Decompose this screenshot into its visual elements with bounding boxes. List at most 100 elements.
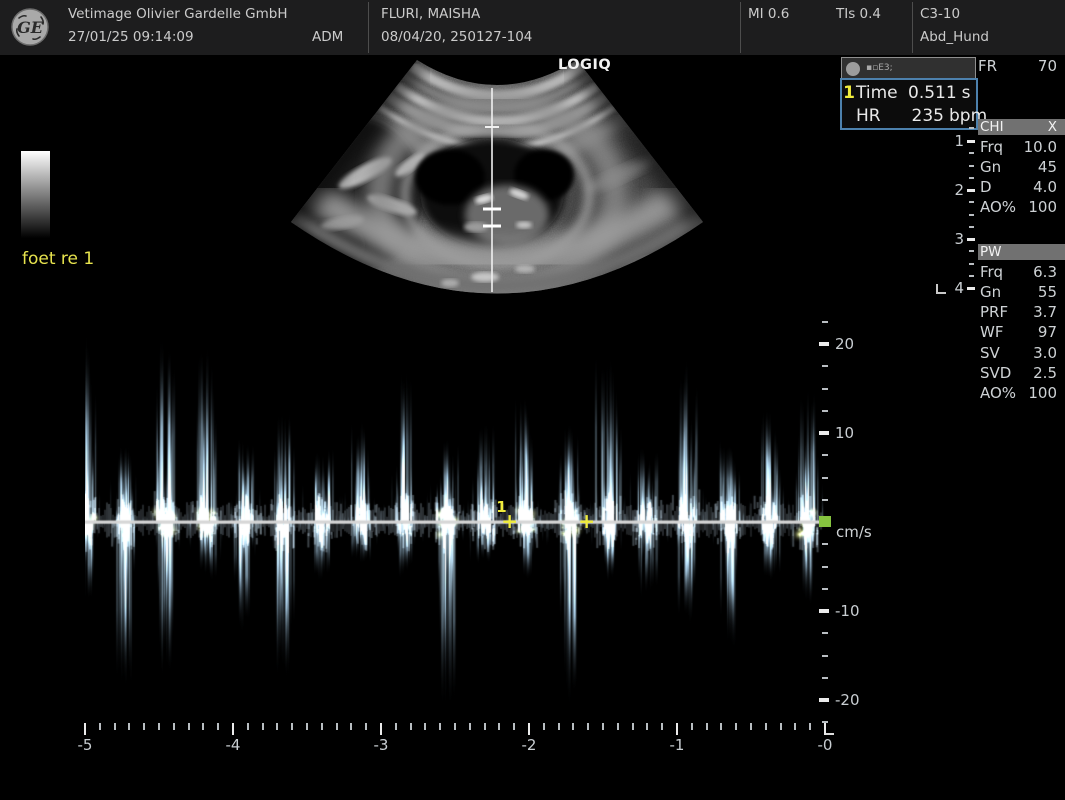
param-value: 4.0 bbox=[1033, 178, 1057, 196]
patient-id: 08/04/20, 250127-104 bbox=[381, 29, 532, 45]
x-minor-tick bbox=[365, 723, 367, 730]
y-minor-tick bbox=[822, 655, 828, 657]
y-minor-tick bbox=[822, 588, 828, 590]
param-label: Gn bbox=[980, 283, 1001, 301]
header-divider bbox=[740, 2, 741, 53]
image-annotation[interactable]: foet re 1 bbox=[22, 249, 94, 269]
x-minor-tick bbox=[173, 723, 175, 730]
y-minor-tick bbox=[822, 454, 828, 456]
y-minor-tick bbox=[822, 321, 828, 323]
x-minor-tick bbox=[780, 723, 782, 730]
y-tick-label: 20 bbox=[835, 335, 854, 353]
x-major-tick bbox=[84, 723, 87, 735]
x-tick-label: -0 bbox=[813, 736, 837, 754]
x-minor-tick bbox=[202, 723, 204, 730]
x-minor-tick bbox=[706, 723, 708, 730]
depth-minor-tick bbox=[969, 177, 974, 179]
param-label: D bbox=[980, 178, 992, 196]
caliper-cross-2[interactable]: + bbox=[578, 513, 595, 529]
measurement-value: 0.511 bbox=[908, 83, 957, 103]
svg-text:GE: GE bbox=[17, 18, 44, 37]
section-corner-indicator: X bbox=[1048, 119, 1057, 135]
x-minor-tick bbox=[765, 723, 767, 730]
patient-name: FLURI, MAISHA bbox=[381, 6, 480, 22]
measurement-label: Time bbox=[856, 83, 908, 103]
depth-minor-tick bbox=[969, 152, 974, 154]
x-minor-tick bbox=[424, 723, 426, 730]
y-tick-label: 10 bbox=[835, 424, 854, 442]
measurement-unit: bpm bbox=[944, 106, 976, 126]
operator-id: ADM bbox=[312, 29, 343, 45]
x-major-tick bbox=[528, 723, 531, 735]
x-minor-tick bbox=[321, 723, 323, 730]
param-row-ao%: AO%100 bbox=[980, 384, 1057, 402]
depth-label: 1 bbox=[948, 132, 964, 150]
param-row-gn: Gn45 bbox=[980, 158, 1057, 176]
x-tick-label: -2 bbox=[517, 736, 541, 754]
bmode-image bbox=[270, 55, 730, 300]
depth-minor-tick bbox=[969, 214, 974, 216]
x-minor-tick bbox=[543, 723, 545, 730]
y-major-tick bbox=[819, 609, 829, 613]
clinic-name: Vetimage Olivier Gardelle GmbH bbox=[68, 6, 288, 22]
grayscale-bar bbox=[21, 151, 50, 238]
x-minor-tick bbox=[276, 723, 278, 730]
x-minor-tick bbox=[661, 723, 663, 730]
x-minor-tick bbox=[158, 723, 160, 730]
x-minor-tick bbox=[217, 723, 219, 730]
param-row-prf: PRF3.7 bbox=[980, 303, 1057, 321]
param-value: 100 bbox=[1028, 384, 1057, 402]
x-tick-label: -5 bbox=[73, 736, 97, 754]
measurement-unit: s bbox=[957, 83, 989, 103]
baseline-marker[interactable] bbox=[819, 516, 831, 527]
y-minor-tick bbox=[822, 388, 828, 390]
y-minor-tick bbox=[822, 365, 828, 367]
section-header-chi: CHIX bbox=[978, 119, 1065, 135]
param-label: SV bbox=[980, 344, 1000, 362]
x-minor-tick bbox=[558, 723, 560, 730]
param-value: 100 bbox=[1028, 198, 1057, 216]
x-minor-tick bbox=[498, 723, 500, 730]
x-minor-tick bbox=[306, 723, 308, 730]
depth-minor-tick bbox=[969, 127, 974, 129]
measurement-result-box[interactable]: 1 Time 0.511 s HR 235 bpm bbox=[840, 78, 978, 130]
depth-major-tick bbox=[967, 287, 975, 290]
fr-label: FR bbox=[978, 57, 997, 75]
measurement-box-handle-icon[interactable] bbox=[846, 62, 860, 76]
param-label: WF bbox=[980, 323, 1003, 341]
frame-rate-row: FR 70 bbox=[978, 57, 1057, 75]
exam-datetime: 27/01/25 09:14:09 bbox=[68, 29, 194, 45]
section-title: PW bbox=[980, 244, 1002, 260]
param-value: 3.7 bbox=[1033, 303, 1057, 321]
x-tick-label: -4 bbox=[221, 736, 245, 754]
param-row-frq: Frq10.0 bbox=[980, 138, 1057, 156]
y-minor-tick bbox=[822, 632, 828, 634]
measurement-label: HR bbox=[856, 106, 908, 126]
probe-name: C3-10 bbox=[920, 6, 960, 22]
depth-label: 3 bbox=[948, 230, 964, 248]
x-minor-tick bbox=[617, 723, 619, 730]
x-minor-tick bbox=[572, 723, 574, 730]
x-minor-tick bbox=[750, 723, 752, 730]
param-row-d: D 4.0 bbox=[980, 178, 1057, 196]
y-tick-label: -10 bbox=[835, 602, 860, 620]
x-minor-tick bbox=[632, 723, 634, 730]
x-major-tick bbox=[824, 723, 827, 735]
param-row-wf: WF 97 bbox=[980, 323, 1057, 341]
x-major-tick bbox=[232, 723, 235, 735]
x-minor-tick bbox=[350, 723, 352, 730]
x-minor-tick bbox=[395, 723, 397, 730]
x-major-tick bbox=[380, 723, 383, 735]
param-label: SVD bbox=[980, 364, 1011, 382]
x-minor-tick bbox=[114, 723, 116, 730]
param-value: 97 bbox=[1038, 323, 1057, 341]
x-minor-tick bbox=[262, 723, 264, 730]
tis-value: TIs 0.4 bbox=[836, 6, 881, 22]
x-minor-tick bbox=[439, 723, 441, 730]
caliper-tool-icon: ▪▫E3; bbox=[866, 64, 893, 73]
measurement-box-titlebar[interactable]: ▪▫E3; bbox=[841, 57, 976, 80]
param-row-svd: SVD 2.5 bbox=[980, 364, 1057, 382]
param-value: 2.5 bbox=[1033, 364, 1057, 382]
header-divider bbox=[368, 2, 369, 53]
x-minor-tick bbox=[143, 723, 145, 730]
